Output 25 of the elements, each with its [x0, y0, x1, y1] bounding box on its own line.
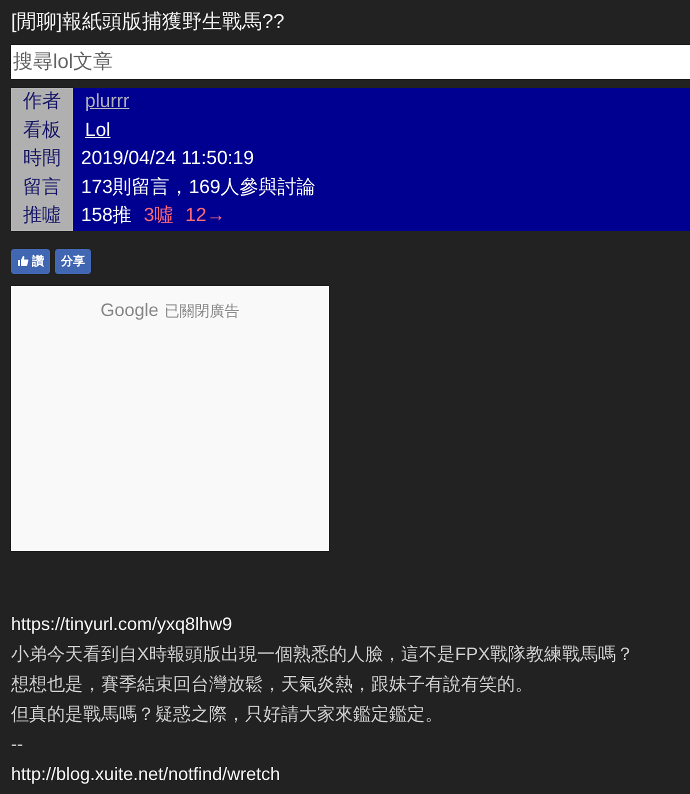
- meta-link[interactable]: Lol: [85, 116, 110, 145]
- article-link[interactable]: http://blog.xuite.net/notfind/wretch: [11, 762, 280, 784]
- meta-value: 173則留言，169人參與討論: [81, 176, 316, 200]
- thumbs-up-icon: [17, 255, 29, 267]
- meta-link[interactable]: plurrr: [85, 88, 130, 116]
- post-title: [閒聊]報紙頭版捕獲野生戰馬??: [11, 10, 284, 35]
- vote-count: 12→: [185, 204, 226, 228]
- article-text: 想想也是，賽季結束回台灣放鬆，天氣炎熱，跟妹子有說有笑的。: [11, 672, 533, 694]
- meta-label: 推噓: [23, 204, 61, 228]
- vote-count: 3噓: [144, 204, 174, 228]
- like-button[interactable]: 讚: [11, 248, 50, 274]
- meta-label: 留言: [23, 176, 61, 200]
- vote-count: 158推: [81, 204, 132, 228]
- share-button[interactable]: 分享: [55, 248, 91, 274]
- article-text: --: [11, 732, 23, 754]
- brand-logo: Google: [100, 300, 159, 320]
- article-text: 小弟今天看到自X時報頭版出現一個熟悉的人臉，這不是FPX戰隊教練戰馬嗎？: [11, 642, 634, 664]
- meta-label: 看板: [23, 118, 61, 142]
- meta-label: 時間: [23, 147, 61, 171]
- ad-closed-text: 已關閉廣告: [164, 302, 240, 320]
- search-field[interactable]: 搜尋lol文章: [11, 45, 690, 79]
- meta-label: 作者: [23, 90, 61, 114]
- meta-value: 2019/04/24 11:50:19: [81, 147, 254, 171]
- article-link[interactable]: https://tinyurl.com/yxq8lhw9: [11, 612, 232, 634]
- article-text: 但真的是戰馬嗎？疑惑之際，只好請大家來鑑定鑑定。: [11, 702, 443, 724]
